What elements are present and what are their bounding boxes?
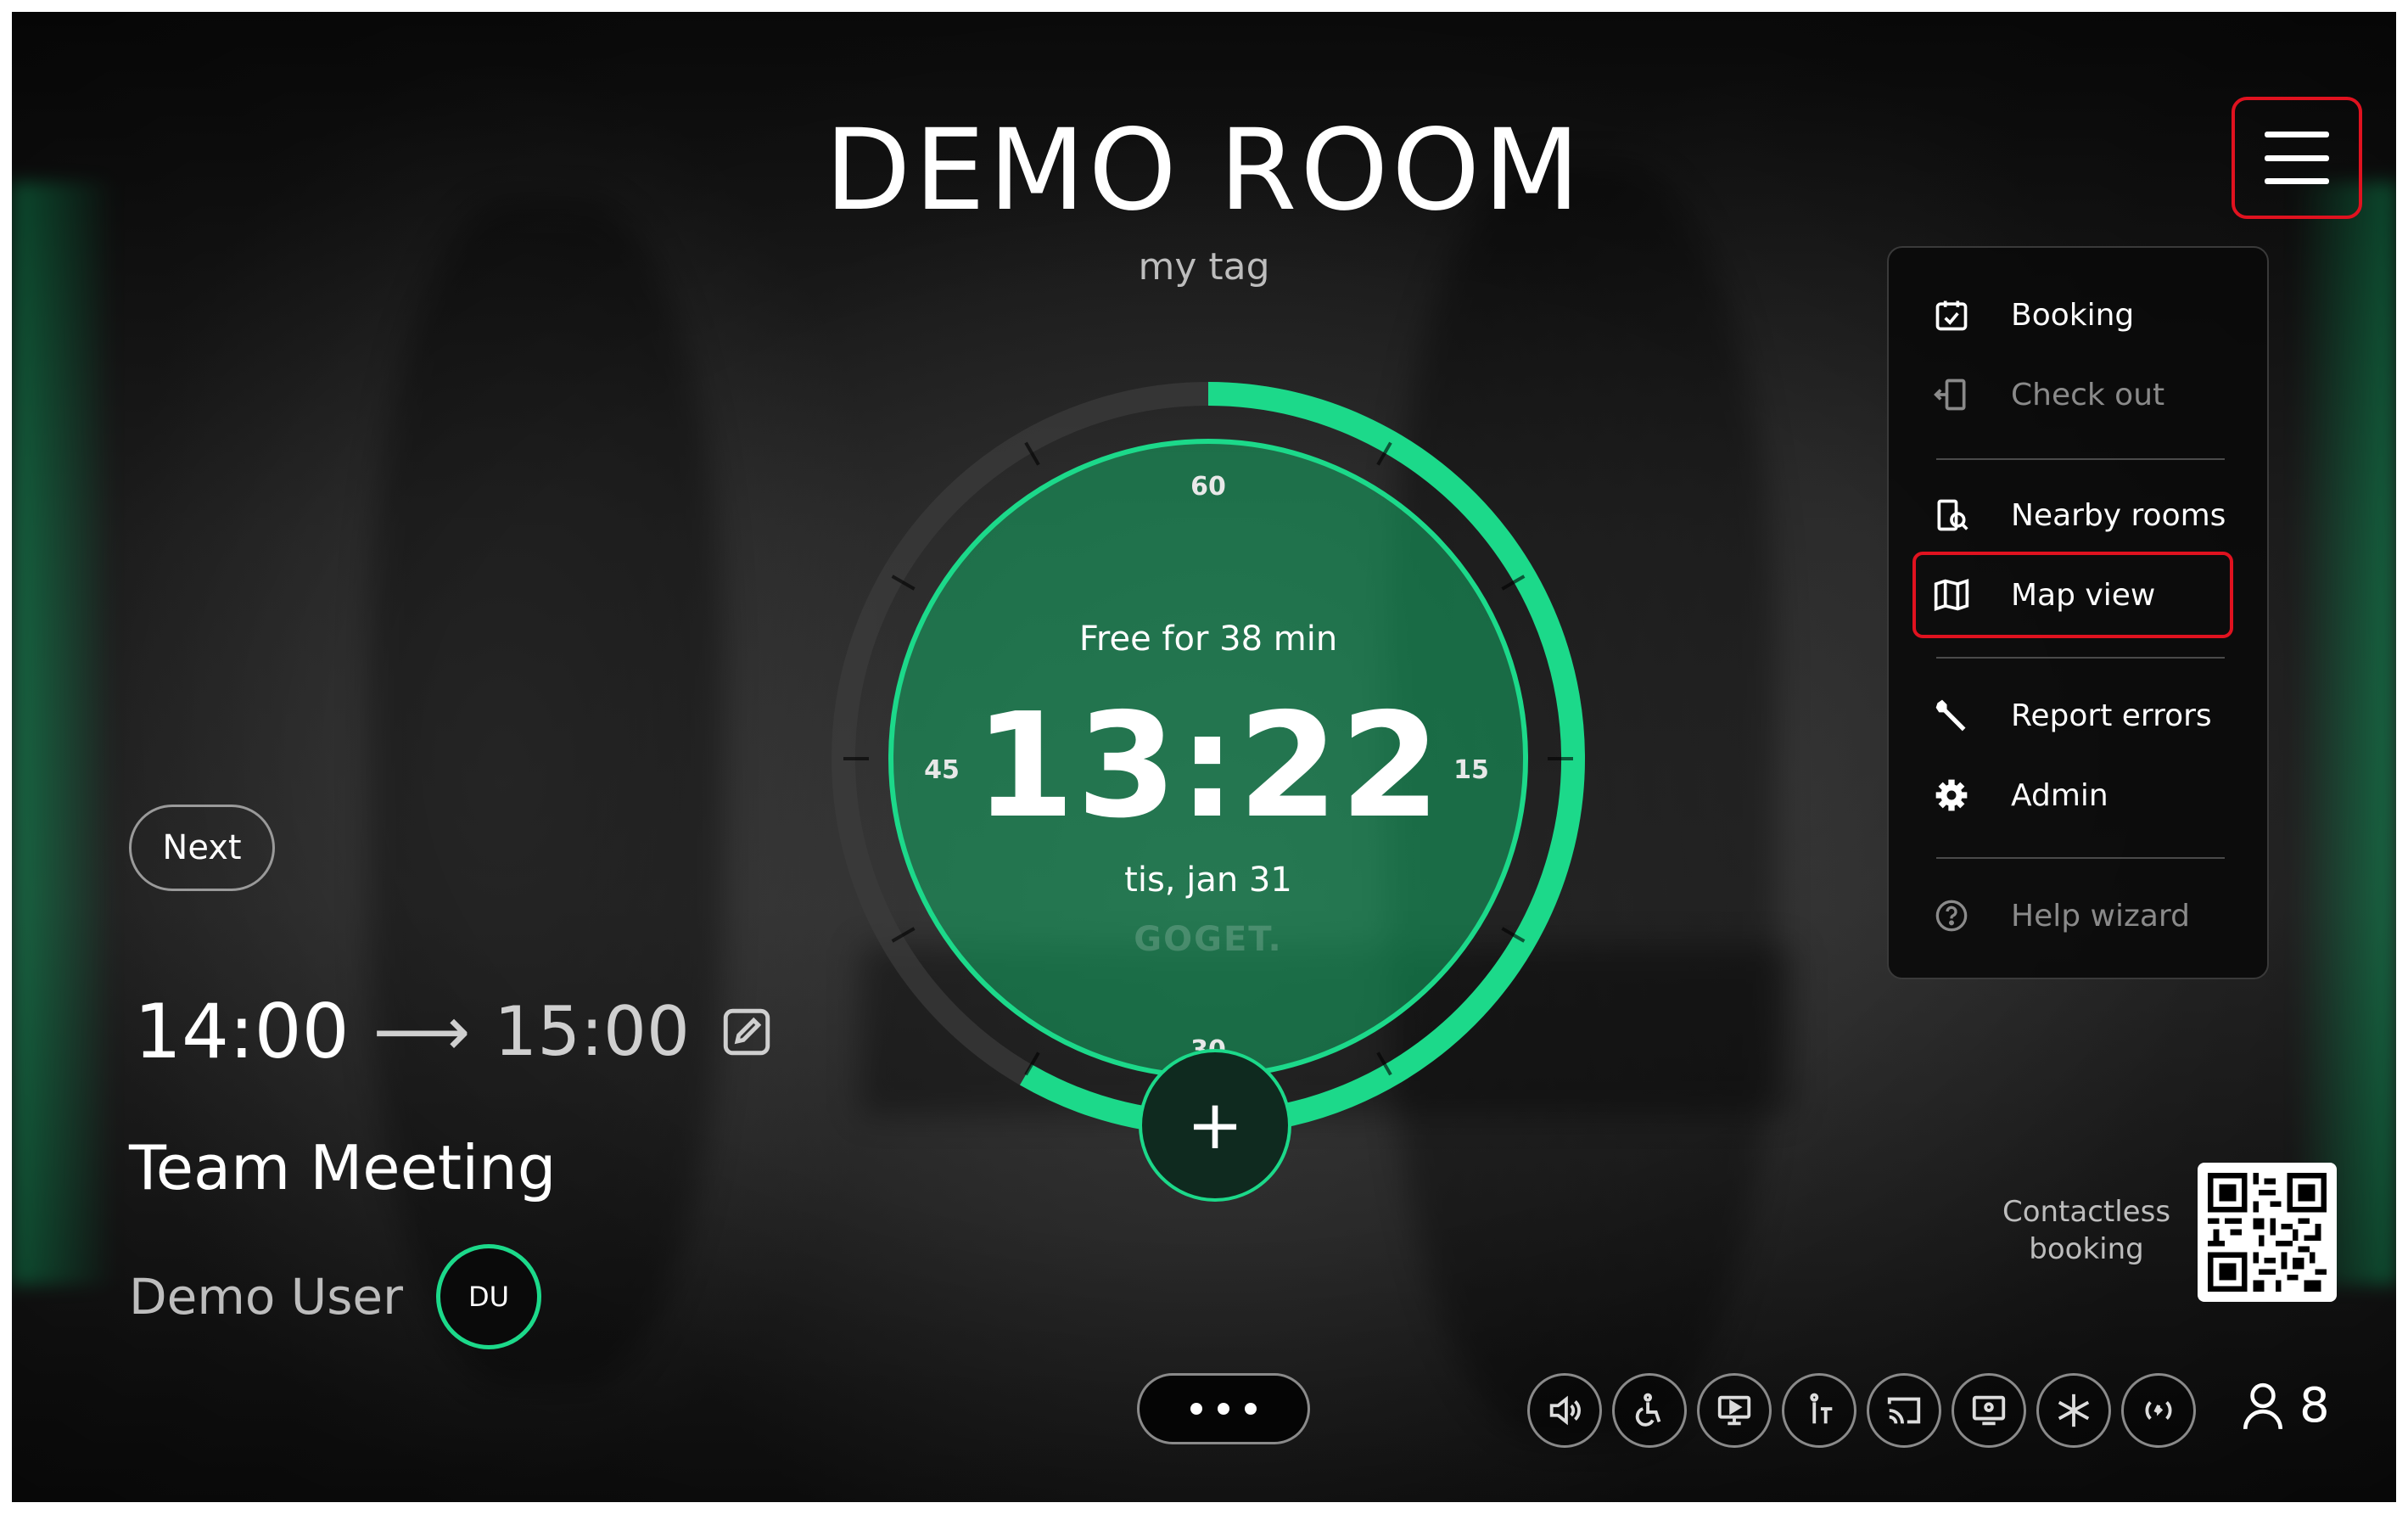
menu-item-help-wizard[interactable]: Help wizard xyxy=(1929,886,2190,945)
menu-divider xyxy=(1936,458,2225,460)
gear-icon xyxy=(1929,773,1974,817)
meeting-title: Team Meeting xyxy=(129,1132,557,1203)
arrow-right-icon: ⟶ xyxy=(372,992,471,1071)
door-exit-icon xyxy=(1929,373,1974,417)
avatar: DU xyxy=(436,1244,541,1349)
hamburger-icon xyxy=(2265,132,2329,184)
dial-label-60: 60 xyxy=(1190,472,1226,502)
menu-item-nearby-rooms[interactable]: Nearby rooms xyxy=(1929,485,2226,545)
meeting-end-time: 15:00 xyxy=(494,992,690,1071)
person-icon xyxy=(2243,1382,2282,1429)
menu-item-check-out[interactable]: Check out xyxy=(1929,365,2164,424)
menu-item-admin[interactable]: Admin xyxy=(1929,765,2108,825)
air-conditioning-icon xyxy=(2036,1373,2111,1448)
menu-button[interactable] xyxy=(2232,97,2362,219)
next-button[interactable]: Next xyxy=(129,805,275,891)
contactless-line-2: booking xyxy=(2029,1232,2144,1266)
meeting-organizer: Demo User xyxy=(129,1268,403,1326)
more-dots-icon xyxy=(1190,1403,1202,1415)
room-display: DEMO ROOM my tag Booking Check out Nearb… xyxy=(12,12,2396,1502)
wireless-icon xyxy=(2121,1373,2196,1448)
current-date: tis, jan 31 xyxy=(1124,861,1292,900)
wrench-icon xyxy=(1929,693,1974,737)
contactless-line-1: Contactless xyxy=(2002,1195,2171,1229)
menu-label-check-out: Check out xyxy=(2011,377,2165,412)
menu-label-help-wizard: Help wizard xyxy=(2011,898,2190,934)
plus-icon: + xyxy=(1186,1085,1244,1164)
menu-label-admin: Admin xyxy=(2011,777,2108,813)
more-dot xyxy=(1218,1403,1229,1415)
availability-status: Free for 38 min xyxy=(1078,620,1338,659)
menu-divider xyxy=(1936,857,2225,859)
menu-label-nearby-rooms: Nearby rooms xyxy=(2011,497,2226,533)
brand-watermark: GOGET. xyxy=(1134,920,1283,959)
menu-divider xyxy=(1936,657,2225,659)
menu-label-booking: Booking xyxy=(2011,297,2135,333)
room-title: DEMO ROOM xyxy=(824,105,1584,236)
meeting-start-time: 14:00 xyxy=(134,988,350,1075)
standing-desk-icon xyxy=(1782,1373,1856,1448)
add-booking-button[interactable]: + xyxy=(1139,1049,1291,1202)
menu-label-map-view: Map view xyxy=(2011,577,2156,613)
availability-clock: 60 15 30 45 Free for 38 min 13:22 tis, j… xyxy=(826,377,1590,1141)
qr-code-icon xyxy=(2208,1173,2327,1292)
meeting-time-range: 14:00 ⟶ 15:00 xyxy=(134,988,775,1075)
menu-item-booking[interactable]: Booking xyxy=(1929,285,2134,345)
menu-item-map-view[interactable]: Map view xyxy=(1929,565,2155,625)
more-dot xyxy=(1245,1403,1257,1415)
presentation-icon xyxy=(1697,1373,1772,1448)
nearby-rooms-icon xyxy=(1929,493,1974,537)
current-time: 13:22 xyxy=(974,682,1442,850)
dropdown-menu: Booking Check out Nearby rooms Map view xyxy=(1887,246,2269,979)
menu-item-report-errors[interactable]: Report errors xyxy=(1929,686,2212,745)
amenities-bar xyxy=(1527,1373,2196,1448)
edit-icon[interactable] xyxy=(719,1004,775,1060)
contactless-booking-label: Contactless booking xyxy=(1989,1193,2184,1268)
more-options-button[interactable] xyxy=(1137,1373,1310,1444)
qr-code[interactable] xyxy=(2198,1163,2337,1302)
cast-icon xyxy=(1867,1373,1941,1448)
accessible-icon xyxy=(1612,1373,1687,1448)
speaker-icon xyxy=(1527,1373,1602,1448)
menu-label-report-errors: Report errors xyxy=(2011,698,2212,733)
map-icon xyxy=(1929,573,1974,617)
help-icon xyxy=(1929,894,1974,938)
video-conference-icon xyxy=(1952,1373,2026,1448)
calendar-check-icon xyxy=(1929,293,1974,337)
capacity-value: 8 xyxy=(2299,1378,2330,1433)
capacity-indicator: 8 xyxy=(2242,1378,2330,1433)
